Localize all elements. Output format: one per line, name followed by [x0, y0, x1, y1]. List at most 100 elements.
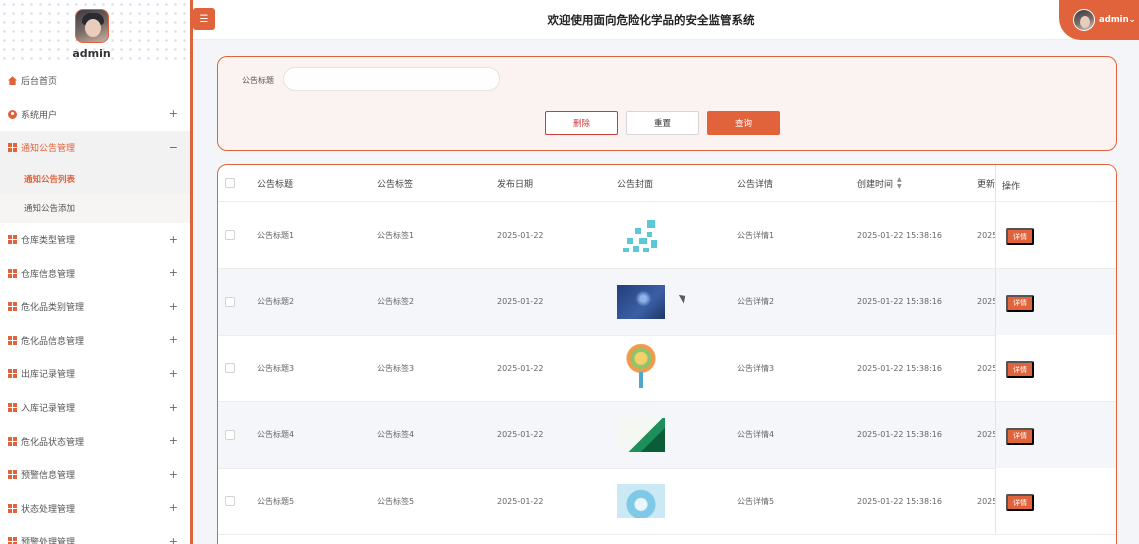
cell-cover [617, 335, 665, 401]
sidebar-item-label: 仓库类型管理 [21, 236, 76, 247]
sidebar-item-chemical-status[interactable]: 危化品状态管理 + [0, 424, 190, 458]
expand-icon[interactable]: + [169, 434, 178, 447]
sidebar-item-label: 预警处理管理 [21, 538, 76, 544]
column-header-updated: 更新 [977, 179, 996, 190]
expand-icon[interactable]: + [169, 107, 178, 120]
expand-icon[interactable]: + [169, 400, 178, 413]
cell-operation: 详情 [995, 401, 1116, 468]
grid-icon [8, 503, 17, 513]
sidebar-item-outbound-records[interactable]: 出库记录管理 + [0, 357, 190, 391]
row-checkbox[interactable] [225, 296, 235, 307]
reset-button[interactable]: 重置 [626, 111, 699, 135]
top-header: ☰ 欢迎使用面向危险化学品的安全监管系统 admin ⌄ [193, 0, 1139, 40]
row-checkbox[interactable] [225, 363, 235, 374]
column-header-created-label: 创建时间 [857, 179, 894, 190]
table-row[interactable]: 公告标题2 公告标签2 2025-01-22 公告详情2 2025-01-22 … [218, 268, 1116, 336]
search-input[interactable] [283, 67, 500, 91]
cell-cover [617, 269, 665, 335]
sidebar-subitem-notice-add[interactable]: 通知公告添加 [0, 193, 190, 223]
sidebar-item-chemical-category[interactable]: 危化品类别管理 + [0, 290, 190, 324]
column-header-date: 发布日期 [497, 179, 534, 190]
cell-operation: 详情 [995, 268, 1116, 335]
expand-icon[interactable]: + [169, 535, 178, 544]
blue-cover-image[interactable] [617, 284, 665, 319]
cell-date: 2025-01-22 [497, 297, 544, 307]
table-header: 公告标题 公告标签 发布日期 公告封面 公告详情 创建时间 ▲ ▼ 更新 操作 [218, 165, 1116, 202]
column-header-operation: 操作 [1002, 182, 1021, 192]
sidebar-item-chemical-info[interactable]: 危化品信息管理 + [0, 324, 190, 358]
grid-icon [8, 470, 17, 480]
sidebar-item-inbound-records[interactable]: 入库记录管理 + [0, 391, 190, 425]
grid-icon [8, 369, 17, 379]
grid-icon [8, 436, 17, 446]
avatar[interactable] [75, 9, 109, 43]
expand-icon[interactable]: + [169, 501, 178, 514]
sidebar-item-notice-management[interactable]: 通知公告管理 − [0, 131, 190, 165]
ice-cover-image[interactable] [617, 484, 665, 519]
cell-cover [617, 468, 665, 534]
chevron-down-icon: ⌄ [1128, 15, 1136, 25]
cell-created: 2025-01-22 15:38:16 [857, 496, 942, 506]
cell-detail: 公告详情1 [737, 230, 775, 240]
green-cover-image[interactable] [617, 417, 665, 452]
detail-button[interactable]: 详情 [1006, 361, 1034, 379]
cell-date: 2025-01-22 [497, 430, 544, 440]
sidebar-item-status-handling[interactable]: 状态处理管理 + [0, 492, 190, 526]
sidebar-item-label: 预警信息管理 [21, 471, 76, 482]
user-menu[interactable]: admin ⌄ [1059, 0, 1139, 40]
sidebar-submenu: 通知公告列表 通知公告添加 [0, 164, 190, 223]
table-row[interactable]: 公告标题4 公告标签4 2025-01-22 公告详情4 2025-01-22 … [218, 401, 1116, 469]
grid-icon [8, 235, 17, 245]
detail-button[interactable]: 详情 [1006, 294, 1034, 312]
detail-button[interactable]: 详情 [1006, 427, 1034, 445]
expand-icon[interactable]: + [169, 333, 178, 346]
table-row[interactable]: 公告标题1 公告标签1 2025-01-22 公告详情1 2025-01-22 … [218, 202, 1116, 269]
row-checkbox-cell [225, 269, 235, 335]
expand-icon[interactable]: + [169, 468, 178, 481]
cell-title: 公告标题5 [257, 496, 295, 506]
qr-cover-image[interactable] [617, 218, 665, 252]
sidebar-item-warning-info[interactable]: 预警信息管理 + [0, 458, 190, 492]
row-checkbox-cell [225, 335, 235, 401]
sidebar-subitem-notice-list[interactable]: 通知公告列表 [0, 164, 190, 194]
sidebar-menu: 后台首页 系统用户 + 通知公告管理 − 通知公告列表 通知公告添加 仓库类型管… [0, 64, 190, 544]
sidebar-item-system-users[interactable]: 系统用户 + [0, 98, 190, 132]
column-header-created[interactable]: 创建时间 ▲ ▼ [857, 165, 902, 201]
cell-tag: 公告标签4 [377, 430, 415, 440]
expand-icon[interactable]: + [169, 367, 178, 380]
delete-button[interactable]: 删除 [545, 111, 618, 135]
tree-cover-image[interactable] [617, 344, 665, 393]
table-row[interactable]: 公告标题5 公告标签5 2025-01-22 公告详情5 2025-01-22 … [218, 468, 1116, 536]
user-icon [8, 109, 17, 119]
column-header-title: 公告标题 [257, 179, 294, 190]
sidebar-profile: admin [0, 0, 190, 64]
cell-created: 2025-01-22 15:38:16 [857, 363, 942, 373]
sort-icon[interactable]: ▲ ▼ [897, 176, 902, 190]
sidebar-item-home[interactable]: 后台首页 [0, 64, 190, 98]
table-row[interactable]: 公告标题3 公告标签3 2025-01-22 公告详情3 2025-01-22 … [218, 335, 1116, 403]
notice-table: 公告标题 公告标签 发布日期 公告封面 公告详情 创建时间 ▲ ▼ 更新 操作 公… [217, 164, 1117, 544]
select-all-checkbox[interactable] [225, 178, 235, 188]
row-checkbox[interactable] [225, 429, 235, 440]
search-label: 公告标题 [242, 76, 274, 85]
row-checkbox[interactable] [225, 496, 235, 507]
detail-button[interactable]: 详情 [1006, 494, 1034, 512]
grid-icon [8, 537, 17, 544]
sidebar-item-label: 危化品类别管理 [21, 303, 85, 314]
search-button[interactable]: 查询 [707, 111, 780, 135]
cell-tag: 公告标签5 [377, 496, 415, 506]
sidebar-item-warehouse-type[interactable]: 仓库类型管理 + [0, 223, 190, 257]
cell-date: 2025-01-22 [497, 363, 544, 373]
cell-detail: 公告详情3 [737, 363, 775, 373]
row-checkbox[interactable] [225, 230, 235, 240]
expand-icon[interactable]: + [169, 266, 178, 279]
detail-button[interactable]: 详情 [1006, 228, 1034, 245]
expand-icon[interactable]: + [169, 300, 178, 313]
expand-icon[interactable]: + [169, 232, 178, 245]
collapse-icon[interactable]: − [169, 141, 178, 154]
row-checkbox-cell [225, 468, 235, 534]
sidebar-item-warning-handling[interactable]: 预警处理管理 + [0, 525, 190, 544]
sidebar-item-warehouse-info[interactable]: 仓库信息管理 + [0, 256, 190, 290]
cell-tag: 公告标签3 [377, 363, 415, 373]
column-header-cover: 公告封面 [617, 179, 654, 190]
